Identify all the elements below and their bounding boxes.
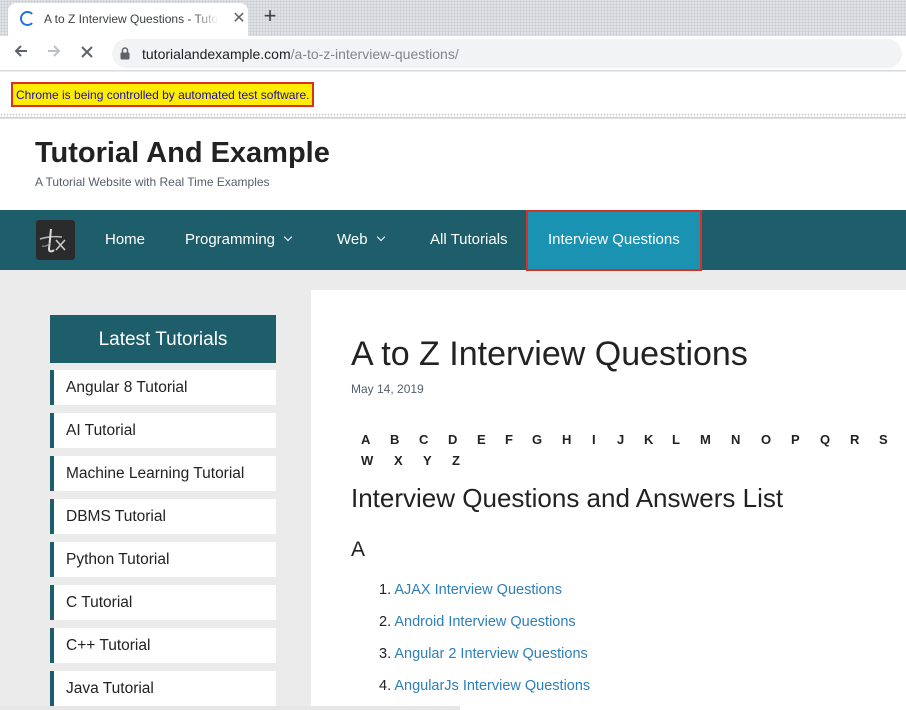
nav-interview-questions[interactable]: Interview Questions <box>526 210 702 271</box>
section-letter-heading: A <box>351 538 366 561</box>
browser-toolbar: tutorialandexample.com/a-to-z-interview-… <box>0 36 906 71</box>
letter-link[interactable]: J <box>617 432 624 447</box>
question-link[interactable]: Angular 2 Interview Questions <box>394 646 587 662</box>
list-item: 1. AJAX Interview Questions <box>379 582 562 598</box>
chevron-down-icon <box>376 232 385 242</box>
url-host: tutorialandexample.com <box>142 46 291 62</box>
nav-web[interactable]: Web <box>337 210 385 270</box>
tab-title: A to Z Interview Questions - Tutorial An… <box>44 12 219 26</box>
sidebar-item-angular-8[interactable]: Angular 8 Tutorial <box>50 370 276 405</box>
site-logo[interactable] <box>36 220 75 260</box>
site-header: Tutorial And Example A Tutorial Website … <box>0 119 906 210</box>
letter-link[interactable]: W <box>361 453 373 468</box>
letter-link[interactable]: I <box>592 432 596 447</box>
letter-link[interactable]: C <box>419 432 428 447</box>
sidebar-item-python[interactable]: Python Tutorial <box>50 542 276 577</box>
letter-link[interactable]: G <box>532 432 542 447</box>
letter-link[interactable]: F <box>505 432 513 447</box>
letter-link[interactable]: P <box>791 432 800 447</box>
sidebar-item-ai[interactable]: AI Tutorial <box>50 413 276 448</box>
list-number: 2. <box>379 614 392 630</box>
section-title: Interview Questions and Answers List <box>351 483 784 513</box>
forward-arrow-icon[interactable] <box>41 40 67 66</box>
list-number: 4. <box>379 678 392 694</box>
list-number: 1. <box>379 582 392 598</box>
letter-link[interactable]: K <box>644 432 653 447</box>
letter-link[interactable]: A <box>361 432 370 447</box>
letter-link[interactable]: D <box>448 432 457 447</box>
sidebar-item-dbms[interactable]: DBMS Tutorial <box>50 499 276 534</box>
address-bar[interactable]: tutorialandexample.com/a-to-z-interview-… <box>112 39 902 68</box>
lock-icon <box>120 47 130 60</box>
letter-link[interactable]: L <box>672 432 680 447</box>
list-item: 2. Android Interview Questions <box>379 614 576 630</box>
url-text: tutorialandexample.com/a-to-z-interview-… <box>142 46 459 62</box>
nav-programming[interactable]: Programming <box>185 210 293 270</box>
loading-spinner-icon <box>20 11 35 26</box>
letter-link[interactable]: S <box>879 432 888 447</box>
site-title[interactable]: Tutorial And Example <box>35 137 330 170</box>
status-bar <box>0 706 460 710</box>
letter-link[interactable]: X <box>394 453 403 468</box>
new-tab-icon[interactable]: + <box>258 5 282 29</box>
letter-link[interactable]: B <box>390 432 399 447</box>
sidebar-heading: Latest Tutorials <box>50 315 276 363</box>
chevron-down-icon <box>283 232 293 242</box>
letter-link[interactable]: Y <box>423 453 432 468</box>
letter-link[interactable]: O <box>761 432 771 447</box>
question-link[interactable]: AJAX Interview Questions <box>394 582 562 598</box>
sidebar-item-cpp[interactable]: C++ Tutorial <box>50 628 276 663</box>
close-tab-icon[interactable]: ✕ <box>230 10 248 28</box>
letter-link[interactable]: M <box>700 432 711 447</box>
main-navigation: Home Programming Web All Tutorials Inter… <box>0 210 906 271</box>
nav-web-label: Web <box>337 231 368 248</box>
letter-link[interactable]: R <box>850 432 859 447</box>
sidebar-item-c[interactable]: C Tutorial <box>50 585 276 620</box>
browser-tab[interactable]: A to Z Interview Questions - Tutorial An… <box>8 3 248 36</box>
letter-link[interactable]: E <box>477 432 486 447</box>
question-link[interactable]: AngularJs Interview Questions <box>394 678 590 694</box>
sidebar-item-java[interactable]: Java Tutorial <box>50 671 276 706</box>
tab-strip: A to Z Interview Questions - Tutorial An… <box>0 0 906 36</box>
page-title: A to Z Interview Questions <box>351 335 748 373</box>
nav-programming-label: Programming <box>185 231 276 248</box>
question-link[interactable]: Android Interview Questions <box>394 614 575 630</box>
nav-home[interactable]: Home <box>105 210 145 270</box>
list-item: 3. Angular 2 Interview Questions <box>379 646 588 662</box>
list-number: 3. <box>379 646 392 662</box>
list-item: 4. AngularJs Interview Questions <box>379 678 590 694</box>
post-date: May 14, 2019 <box>351 382 424 396</box>
automation-infobar: Chrome is being controlled by automated … <box>0 72 906 118</box>
letter-link[interactable]: Z <box>452 453 460 468</box>
site-tagline: A Tutorial Website with Real Time Exampl… <box>35 175 270 189</box>
letter-link[interactable]: N <box>731 432 740 447</box>
back-arrow-icon[interactable] <box>8 40 34 66</box>
sidebar-item-machine-learning[interactable]: Machine Learning Tutorial <box>50 456 276 491</box>
url-path: /a-to-z-interview-questions/ <box>290 46 459 62</box>
automation-notice: Chrome is being controlled by automated … <box>11 82 315 107</box>
stop-loading-icon[interactable] <box>74 40 100 66</box>
letter-link[interactable]: H <box>562 432 571 447</box>
article-content: A to Z Interview Questions May 14, 2019 … <box>311 290 906 710</box>
letter-link[interactable]: Q <box>820 432 830 447</box>
nav-all-tutorials[interactable]: All Tutorials <box>430 210 508 270</box>
